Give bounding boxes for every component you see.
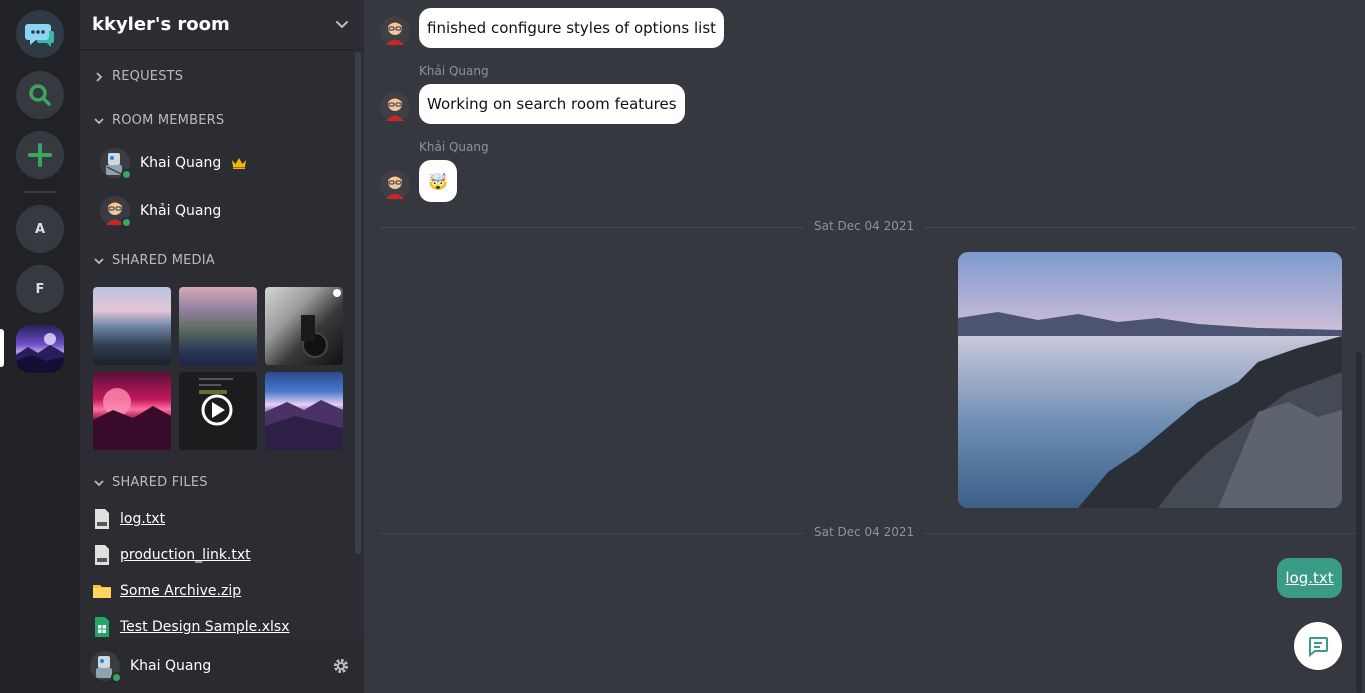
mountain-image xyxy=(265,400,343,450)
avatar xyxy=(100,148,132,180)
media-thumbnail[interactable] xyxy=(93,372,171,450)
message-icon xyxy=(1309,637,1328,657)
date-divider-label: Sat Dec 04 2021 xyxy=(804,525,925,539)
member-name: Khai Quang xyxy=(140,155,222,171)
rail-divider xyxy=(24,191,56,193)
online-status-dot xyxy=(121,169,132,180)
file-name: production_link.txt xyxy=(120,547,251,563)
media-thumbnail[interactable] xyxy=(179,287,257,365)
app-logo-button[interactable] xyxy=(16,10,64,58)
chat-bubbles-icon xyxy=(25,24,54,47)
plus-icon xyxy=(28,143,52,167)
spreadsheet-icon xyxy=(95,617,109,637)
seascape-photo xyxy=(958,252,1342,508)
shared-file-link[interactable]: log.txt xyxy=(92,508,165,530)
media-label: SHARED MEDIA xyxy=(112,253,215,268)
date-divider-label: Sat Dec 04 2021 xyxy=(804,219,925,233)
chevron-down-icon xyxy=(94,479,104,486)
member-item[interactable]: Khải Quang xyxy=(100,196,222,228)
server-a-button[interactable]: A xyxy=(16,205,64,253)
chevron-down-icon[interactable] xyxy=(334,16,350,32)
room-sidebar: kkyler's room REQUESTS ROOM MEMBERS Khai… xyxy=(80,0,364,693)
chevron-down-icon xyxy=(94,117,104,124)
requests-label: REQUESTS xyxy=(112,69,184,84)
online-status-dot xyxy=(111,671,122,683)
person-avatar-icon xyxy=(386,96,404,121)
outgoing-file-message[interactable]: log.txt xyxy=(1277,558,1342,598)
add-room-button[interactable] xyxy=(16,131,64,179)
current-user-bar: Khai Quang xyxy=(80,638,364,693)
room-title: kkyler's room xyxy=(92,14,230,35)
message-bubble[interactable]: finished configure styles of options lis… xyxy=(419,8,725,48)
chevron-right-icon xyxy=(96,71,103,82)
members-section-header[interactable]: ROOM MEMBERS xyxy=(94,113,224,128)
server-f-button[interactable]: F xyxy=(16,265,64,313)
media-thumbnail[interactable] xyxy=(265,372,343,450)
room-landscape-image xyxy=(16,333,64,373)
shared-file-link[interactable]: Test Design Sample.xlsx xyxy=(92,616,290,638)
chat-scrollbar[interactable] xyxy=(1356,352,1362,693)
image-message[interactable] xyxy=(958,252,1342,508)
crown-icon xyxy=(232,158,247,169)
server-rail: A F xyxy=(0,0,80,693)
chat-area: finished configure styles of options lis… xyxy=(364,0,1365,693)
room-avatar-button[interactable] xyxy=(16,325,64,373)
files-label: SHARED FILES xyxy=(112,475,208,490)
sidebar-content: REQUESTS ROOM MEMBERS Khai Quang Khải Qu… xyxy=(80,52,364,638)
shared-file-link[interactable]: production_link.txt xyxy=(92,544,251,566)
member-name: Khải Quang xyxy=(140,203,222,219)
sidebar-scrollbar[interactable] xyxy=(355,52,361,554)
file-name: log.txt xyxy=(120,511,166,527)
media-thumbnail[interactable] xyxy=(93,287,171,365)
members-label: ROOM MEMBERS xyxy=(112,113,225,128)
active-room-indicator xyxy=(0,329,4,367)
message-bubble[interactable]: Working on search room features xyxy=(419,84,685,124)
folder-icon xyxy=(93,585,111,598)
room-header[interactable]: kkyler's room xyxy=(80,0,364,50)
search-button[interactable] xyxy=(16,71,64,119)
chevron-down-icon xyxy=(94,257,104,264)
sunset-image xyxy=(93,388,171,450)
text-file-icon xyxy=(95,545,109,565)
shared-file-link[interactable]: Some Archive.zip xyxy=(92,580,241,602)
person-avatar-icon xyxy=(386,20,404,45)
gear-icon[interactable] xyxy=(332,657,350,675)
file-name: Test Design Sample.xlsx xyxy=(120,619,290,635)
requests-section-header[interactable]: REQUESTS xyxy=(94,69,183,84)
media-thumbnail[interactable] xyxy=(179,372,257,450)
message-sender: Khải Quang xyxy=(419,140,489,154)
motorcycle-image xyxy=(301,289,341,358)
avatar[interactable] xyxy=(380,16,410,46)
text-file-icon xyxy=(95,509,109,529)
avatar xyxy=(100,196,132,228)
avatar[interactable] xyxy=(380,170,410,200)
emoji-message[interactable]: 🤯 xyxy=(419,160,457,202)
online-status-dot xyxy=(121,217,132,228)
file-name: Some Archive.zip xyxy=(120,583,242,599)
search-icon xyxy=(29,84,51,106)
avatar[interactable] xyxy=(380,92,410,122)
person-avatar-icon xyxy=(386,174,404,199)
message-sender: Khải Quang xyxy=(419,64,489,78)
media-thumbnail[interactable] xyxy=(265,287,343,365)
play-icon xyxy=(199,378,233,426)
avatar[interactable] xyxy=(90,650,122,683)
current-user-name: Khai Quang xyxy=(130,657,212,674)
open-chat-button[interactable] xyxy=(1294,622,1342,670)
media-section-header[interactable]: SHARED MEDIA xyxy=(94,253,215,268)
files-section-header[interactable]: SHARED FILES xyxy=(94,475,208,490)
member-item[interactable]: Khai Quang xyxy=(100,148,247,180)
